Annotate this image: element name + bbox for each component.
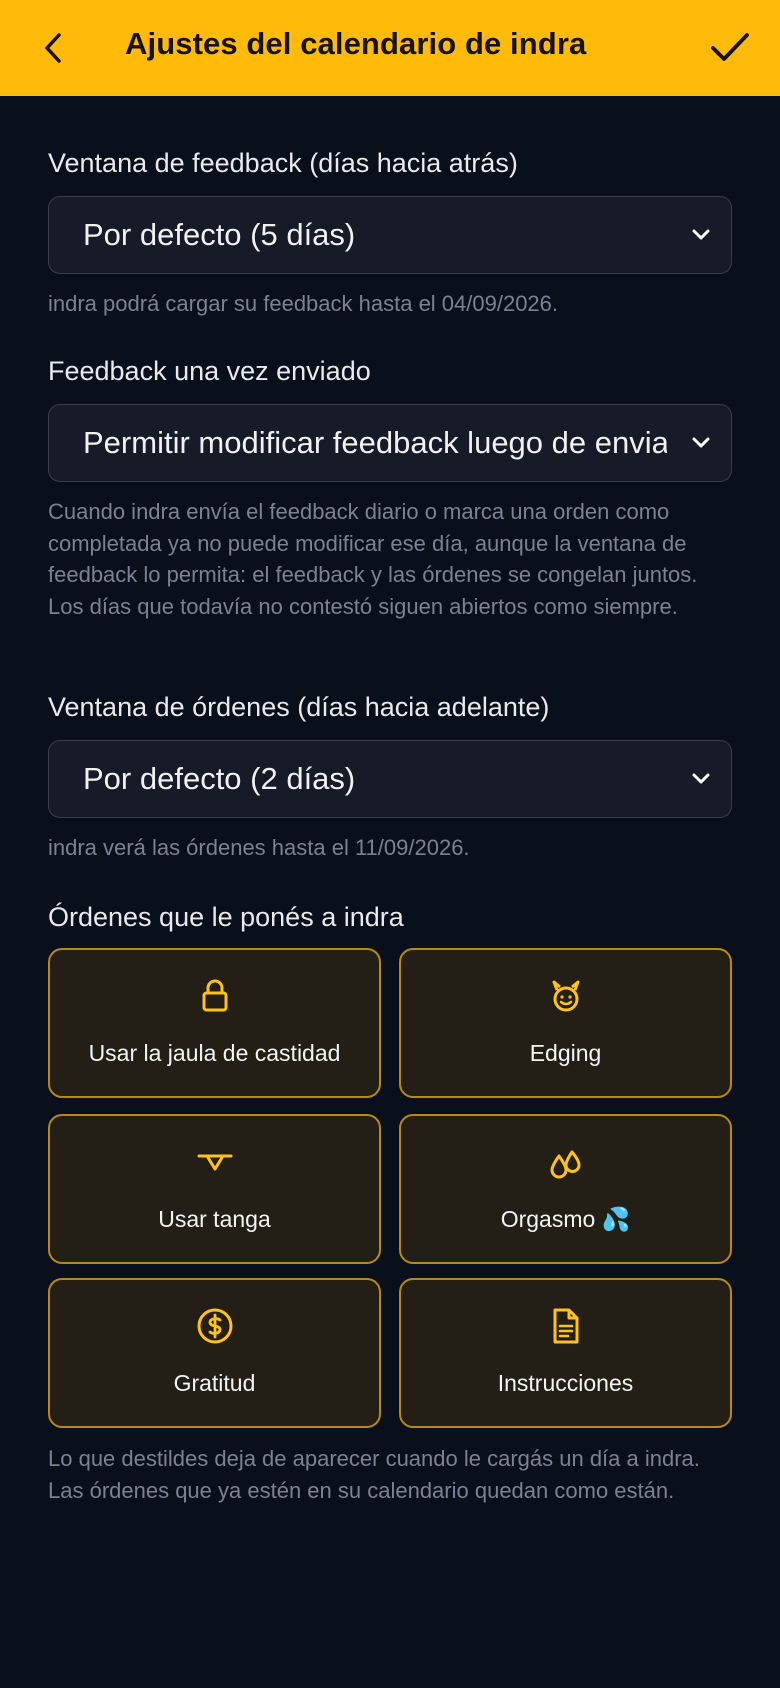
orders-window-label: Ventana de órdenes (días hacia adelante): [48, 692, 550, 722]
order-card-label: Edging: [529, 1040, 602, 1066]
confirm-button[interactable]: [702, 22, 758, 74]
chevron-down-icon: [692, 229, 710, 240]
chevron-left-icon: [45, 33, 61, 63]
dollar-circle-icon: [197, 1308, 232, 1344]
order-card-instructions[interactable]: Instrucciones: [399, 1278, 732, 1428]
top-app-bar: Ajustes del calendario de indra: [0, 0, 780, 96]
thong-icon: [197, 1154, 232, 1171]
document-icon: [553, 1308, 578, 1344]
back-button[interactable]: [28, 22, 80, 74]
order-card-label: Usar tanga: [158, 1206, 271, 1232]
feedback-once-sent-select[interactable]: Permitir modificar feedback luego de env…: [48, 404, 732, 482]
feedback-window-help: indra podrá cargar su feedback hasta el …: [48, 291, 559, 316]
orders-help: Lo que destildes deja de aparecer cuando…: [48, 1446, 700, 1503]
check-icon: [711, 33, 749, 61]
orders-window-select[interactable]: Por defecto (2 días): [48, 740, 732, 818]
order-card-edging[interactable]: Edging: [399, 948, 732, 1098]
chevron-down-icon: [692, 437, 710, 448]
order-card-label: Orgasmo 💦: [500, 1206, 631, 1232]
orders-window-help: indra verá las órdenes hasta el 11/09/20…: [48, 835, 470, 860]
order-card-chastity[interactable]: Usar la jaula de castidad: [48, 948, 381, 1098]
droplets-icon: [550, 1150, 580, 1179]
chevron-down-icon: [692, 773, 710, 784]
devil-face-icon: [552, 980, 579, 1012]
order-card-label: Usar la jaula de castidad: [88, 1040, 341, 1066]
order-card-thong[interactable]: Usar tanga: [48, 1114, 381, 1264]
orders-label: Órdenes que le ponés a indra: [48, 902, 404, 932]
feedback-once-sent-help: Cuando indra envía el feedback diario o …: [48, 499, 698, 619]
feedback-window-select[interactable]: Por defecto (5 días): [48, 196, 732, 274]
feedback-window-label: Ventana de feedback (días hacia atrás): [48, 148, 518, 178]
order-card-gratitude[interactable]: Gratitud: [48, 1278, 381, 1428]
feedback-window-value: Por defecto (5 días): [83, 217, 356, 252]
lock-icon: [202, 979, 227, 1012]
orders-window-value: Por defecto (2 días): [83, 761, 356, 796]
page-title: Ajustes del calendario de indra: [125, 26, 587, 61]
feedback-once-sent-value: Permitir modificar feedback luego de env…: [83, 425, 667, 460]
order-card-orgasm[interactable]: Orgasmo 💦: [399, 1114, 732, 1264]
order-card-label: Instrucciones: [497, 1370, 634, 1396]
order-card-label: Gratitud: [173, 1370, 256, 1396]
feedback-once-sent-label: Feedback una vez enviado: [48, 356, 371, 386]
